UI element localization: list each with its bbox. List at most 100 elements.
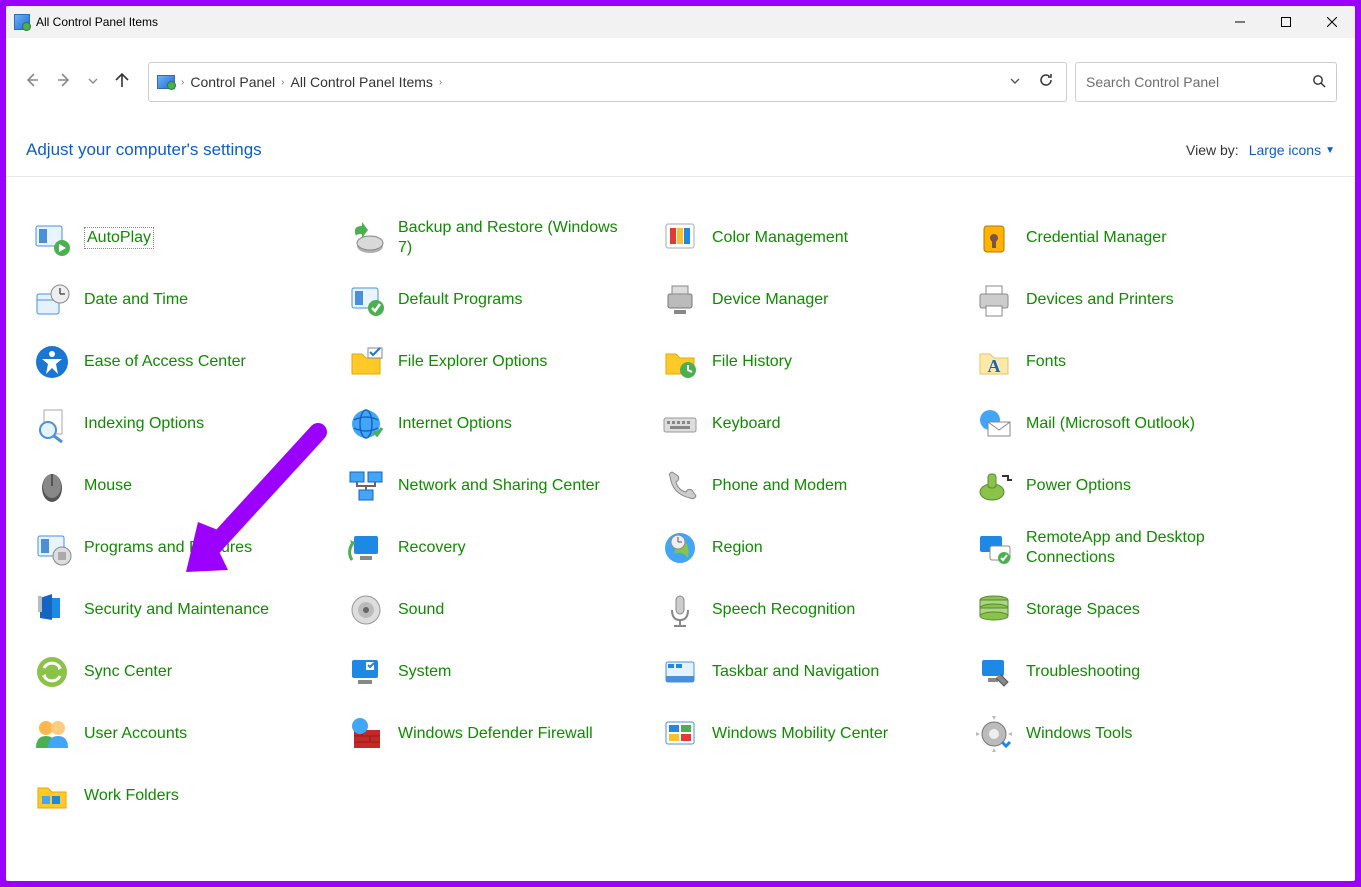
control-panel-item[interactable]: Sound bbox=[340, 579, 654, 641]
close-button[interactable] bbox=[1309, 6, 1355, 38]
control-panel-item-label: AutoPlay bbox=[84, 227, 154, 249]
control-panel-item[interactable]: AFonts bbox=[968, 331, 1282, 393]
control-panel-item[interactable]: Troubleshooting bbox=[968, 641, 1282, 703]
file-history-icon bbox=[660, 342, 700, 382]
page-title: Adjust your computer's settings bbox=[26, 140, 262, 160]
control-panel-item[interactable]: Color Management bbox=[654, 207, 968, 269]
breadcrumb-root-icon bbox=[157, 75, 175, 89]
control-panel-item[interactable]: Windows Tools bbox=[968, 703, 1282, 765]
address-bar[interactable]: › Control Panel › All Control Panel Item… bbox=[148, 62, 1067, 102]
control-panel-window: All Control Panel Items bbox=[6, 6, 1355, 881]
sync-icon bbox=[32, 652, 72, 692]
up-button[interactable] bbox=[114, 72, 130, 93]
mobility-icon bbox=[660, 714, 700, 754]
control-panel-item[interactable]: Device Manager bbox=[654, 269, 968, 331]
control-panel-item[interactable]: Programs and Features bbox=[26, 517, 340, 579]
address-history-dropdown[interactable] bbox=[1010, 75, 1020, 89]
control-panel-item[interactable]: Devices and Printers bbox=[968, 269, 1282, 331]
control-panel-item[interactable]: Work Folders bbox=[26, 765, 340, 827]
control-panel-item[interactable]: Mouse bbox=[26, 455, 340, 517]
control-panel-item[interactable]: RemoteApp and Desktop Connections bbox=[968, 517, 1282, 579]
control-panel-item[interactable]: Power Options bbox=[968, 455, 1282, 517]
control-panel-item-label: File History bbox=[712, 352, 792, 372]
control-panel-item[interactable]: Security and Maintenance bbox=[26, 579, 340, 641]
control-panel-item-label: Recovery bbox=[398, 538, 466, 558]
refresh-button[interactable] bbox=[1038, 72, 1054, 92]
chevron-right-icon: › bbox=[281, 77, 284, 88]
chevron-right-icon: › bbox=[181, 77, 184, 88]
control-panel-item-label: Work Folders bbox=[84, 786, 179, 806]
forward-button[interactable] bbox=[56, 72, 72, 93]
close-icon bbox=[1327, 17, 1337, 27]
control-panel-item[interactable]: Speech Recognition bbox=[654, 579, 968, 641]
workfolders-icon bbox=[32, 776, 72, 816]
control-panel-item-label: Storage Spaces bbox=[1026, 600, 1140, 620]
control-panel-item[interactable]: Backup and Restore (Windows 7) bbox=[340, 207, 654, 269]
arrow-left-icon bbox=[24, 72, 40, 88]
control-panel-item[interactable]: Storage Spaces bbox=[968, 579, 1282, 641]
app-icon bbox=[14, 14, 30, 30]
control-panel-item-label: Backup and Restore (Windows 7) bbox=[398, 218, 628, 258]
control-panel-item[interactable]: Credential Manager bbox=[968, 207, 1282, 269]
control-panel-item[interactable]: Indexing Options bbox=[26, 393, 340, 455]
control-panel-item[interactable]: User Accounts bbox=[26, 703, 340, 765]
control-panel-item[interactable]: Windows Mobility Center bbox=[654, 703, 968, 765]
indexing-icon bbox=[32, 404, 72, 444]
control-panel-item[interactable]: File History bbox=[654, 331, 968, 393]
back-button[interactable] bbox=[24, 72, 40, 93]
breadcrumb-segment-0[interactable]: Control Panel bbox=[190, 74, 275, 90]
control-panel-item-label: Speech Recognition bbox=[712, 600, 855, 620]
control-panel-item[interactable]: Date and Time bbox=[26, 269, 340, 331]
speech-icon bbox=[660, 590, 700, 630]
backup-icon bbox=[346, 218, 386, 258]
arrow-up-icon bbox=[114, 72, 130, 88]
control-panel-item[interactable]: Phone and Modem bbox=[654, 455, 968, 517]
sound-icon bbox=[346, 590, 386, 630]
items-grid: AutoPlay Backup and Restore (Windows 7) Co… bbox=[26, 207, 1335, 827]
control-panel-item-label: Taskbar and Navigation bbox=[712, 662, 879, 682]
control-panel-item[interactable]: Default Programs bbox=[340, 269, 654, 331]
internet-icon bbox=[346, 404, 386, 444]
control-panel-item-label: Credential Manager bbox=[1026, 228, 1167, 248]
items-area: AutoPlay Backup and Restore (Windows 7) Co… bbox=[6, 177, 1355, 881]
control-panel-item[interactable]: Ease of Access Center bbox=[26, 331, 340, 393]
window-title: All Control Panel Items bbox=[36, 15, 158, 29]
control-panel-item[interactable]: Sync Center bbox=[26, 641, 340, 703]
control-panel-item[interactable]: Mail (Microsoft Outlook) bbox=[968, 393, 1282, 455]
search-box[interactable] bbox=[1075, 62, 1337, 102]
security-icon bbox=[32, 590, 72, 630]
maximize-button[interactable] bbox=[1263, 6, 1309, 38]
color-mgmt-icon bbox=[660, 218, 700, 258]
control-panel-item-label: Indexing Options bbox=[84, 414, 204, 434]
control-panel-item[interactable]: Internet Options bbox=[340, 393, 654, 455]
tools-icon bbox=[974, 714, 1014, 754]
minimize-button[interactable] bbox=[1217, 6, 1263, 38]
control-panel-item-label: Network and Sharing Center bbox=[398, 476, 600, 496]
control-panel-item[interactable]: AutoPlay bbox=[26, 207, 340, 269]
control-panel-item-label: Keyboard bbox=[712, 414, 781, 434]
control-panel-item-label: Programs and Features bbox=[84, 538, 252, 558]
control-panel-item[interactable]: Region bbox=[654, 517, 968, 579]
recent-dropdown[interactable] bbox=[88, 73, 98, 91]
control-panel-item-label: System bbox=[398, 662, 451, 682]
control-panel-item[interactable]: Taskbar and Navigation bbox=[654, 641, 968, 703]
mail-icon bbox=[974, 404, 1014, 444]
breadcrumb-label: All Control Panel Items bbox=[291, 74, 433, 90]
control-panel-item[interactable]: Recovery bbox=[340, 517, 654, 579]
nav-row: › Control Panel › All Control Panel Item… bbox=[6, 60, 1355, 104]
search-input[interactable] bbox=[1086, 74, 1312, 90]
control-panel-item-label: Sound bbox=[398, 600, 444, 620]
control-panel-item[interactable]: File Explorer Options bbox=[340, 331, 654, 393]
nav-arrows bbox=[24, 72, 130, 93]
control-panel-item[interactable]: Network and Sharing Center bbox=[340, 455, 654, 517]
control-panel-item[interactable]: System bbox=[340, 641, 654, 703]
control-panel-item[interactable]: Keyboard bbox=[654, 393, 968, 455]
control-panel-item-label: Windows Mobility Center bbox=[712, 724, 888, 744]
view-by-dropdown[interactable]: Large icons ▼ bbox=[1249, 142, 1335, 158]
control-panel-item[interactable]: Windows Defender Firewall bbox=[340, 703, 654, 765]
recovery-icon bbox=[346, 528, 386, 568]
breadcrumb-segment-1[interactable]: All Control Panel Items bbox=[291, 74, 433, 90]
printers-icon bbox=[974, 280, 1014, 320]
control-panel-item-label: Color Management bbox=[712, 228, 848, 248]
chevron-down-icon: ▼ bbox=[1325, 145, 1335, 156]
